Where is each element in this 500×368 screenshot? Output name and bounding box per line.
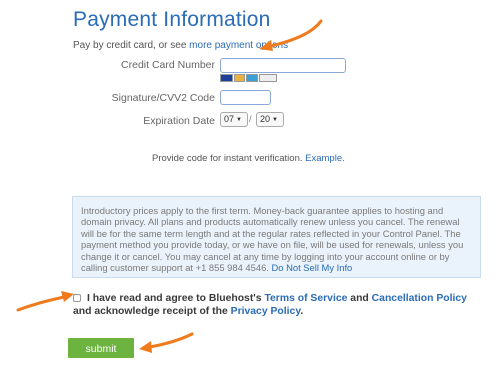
chevron-down-icon: ▼ xyxy=(272,117,278,123)
page-title: Payment Information xyxy=(73,8,271,31)
chevron-down-icon: ▼ xyxy=(236,117,242,123)
mastercard-icon xyxy=(234,74,245,82)
verification-text: Provide code for instant verification. E… xyxy=(152,153,345,164)
annotation-arrow-icon xyxy=(259,19,323,51)
amex-card-icon xyxy=(246,74,258,82)
cvv-code-input[interactable] xyxy=(220,90,271,105)
privacy-policy-link[interactable]: Privacy Policy xyxy=(231,306,301,317)
expiration-date-label: Expiration Date xyxy=(143,115,215,127)
pay-by-prefix: Pay by credit card, or see xyxy=(73,40,190,51)
cvv-code-label: Signature/CVV2 Code xyxy=(111,92,215,104)
terms-of-service-link[interactable]: Terms of Service xyxy=(264,293,347,304)
agreement-text: I have read and agree to Bluehost's Term… xyxy=(73,292,478,318)
agreement-part1: I have read and agree to Bluehost's xyxy=(87,293,265,304)
discover-card-icon xyxy=(259,74,277,82)
agreement-checkbox[interactable] xyxy=(73,294,81,302)
agreement-part4: . xyxy=(300,306,304,317)
agreement-part3: and acknowledge receipt of the xyxy=(73,306,231,317)
renewal-notice: Introductory prices apply to the first t… xyxy=(72,196,481,278)
visa-card-icon xyxy=(220,74,233,82)
credit-card-number-label: Credit Card Number xyxy=(121,59,215,71)
expiration-month-value: 07 xyxy=(224,114,235,124)
annotation-arrow-icon xyxy=(139,332,194,353)
expiration-year-value: 20 xyxy=(260,114,271,124)
do-not-sell-link[interactable]: Do Not Sell My Info xyxy=(272,262,353,273)
expiration-year-select[interactable]: 20 ▼ xyxy=(256,112,284,127)
credit-card-number-input[interactable] xyxy=(220,58,346,73)
example-link[interactable]: Example. xyxy=(305,153,345,164)
submit-button[interactable]: submit xyxy=(68,338,134,358)
verification-prefix: Provide code for instant verification. xyxy=(152,153,306,164)
cancellation-policy-link[interactable]: Cancellation Policy xyxy=(372,293,467,304)
annotation-arrow-icon xyxy=(16,291,74,312)
card-logos xyxy=(220,74,277,82)
agreement-part2: and xyxy=(347,293,372,304)
expiration-month-select[interactable]: 07 ▼ xyxy=(220,112,248,127)
date-separator: / xyxy=(249,114,252,124)
